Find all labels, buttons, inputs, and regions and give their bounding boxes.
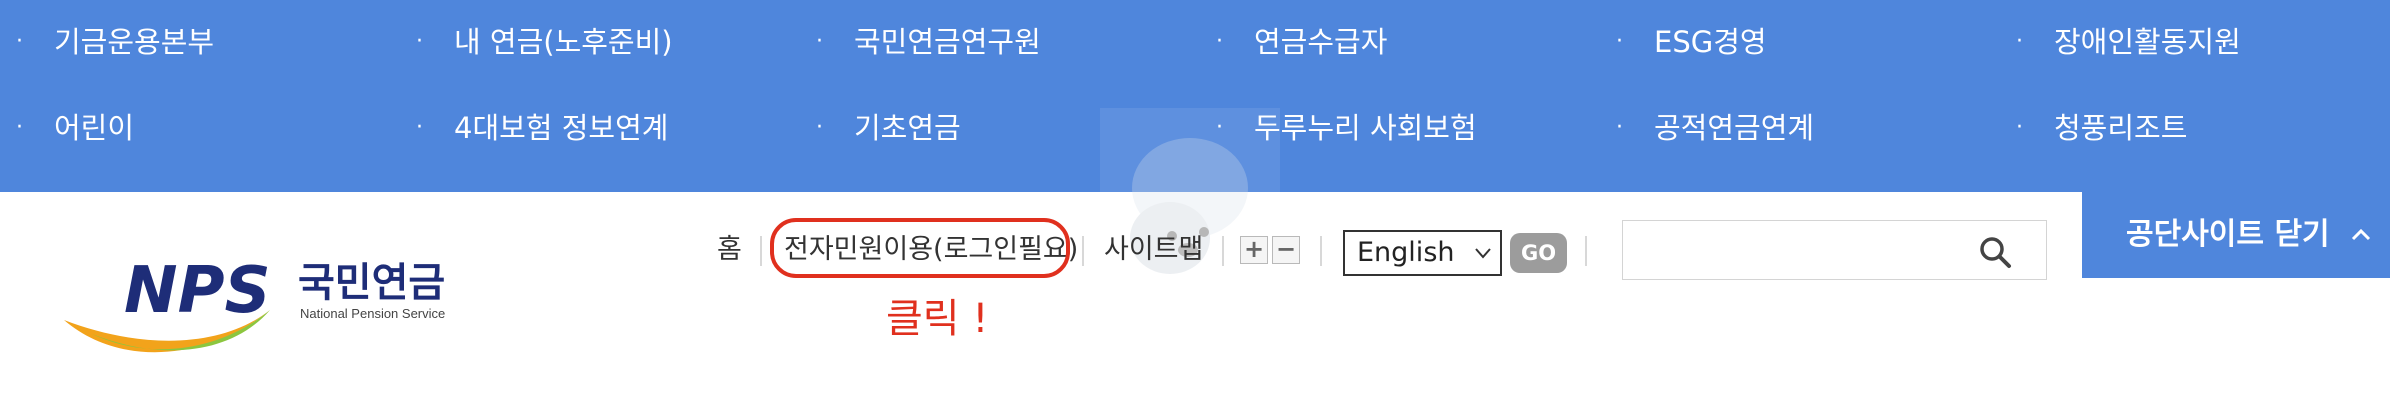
site-link-kids[interactable]: · 어린이 [16, 103, 134, 153]
site-link-cheongpung-resort[interactable]: · 청풍리조트 [2016, 103, 2187, 153]
logo-english-text: National Pension Service [300, 306, 445, 321]
site-link-social-insurance-info[interactable]: · 4대보험 정보연계 [416, 103, 668, 153]
click-annotation: 클릭 ! [886, 296, 989, 342]
chevron-up-icon [2351, 228, 2371, 241]
divider [760, 236, 762, 266]
divider [1585, 236, 1587, 266]
divider [1082, 236, 1084, 266]
chevron-down-icon [1475, 248, 1491, 259]
home-link[interactable]: 홈 [717, 222, 742, 278]
site-link-public-pension-link[interactable]: · 공적연금연계 [1616, 103, 1814, 153]
zoom-out-button[interactable]: − [1272, 236, 1300, 264]
divider [1222, 236, 1224, 266]
site-link-my-pension[interactable]: · 내 연금(노후준비) [416, 17, 673, 67]
site-link-disability-support[interactable]: · 장애인활동지원 [2016, 17, 2241, 67]
language-select[interactable]: English [1343, 230, 1502, 276]
logo-brand-text: NPS [124, 254, 271, 328]
site-link-fund-management[interactable]: · 기금운용본부 [16, 17, 214, 67]
site-link-esg[interactable]: · ESG경영 [1616, 17, 1767, 67]
search-icon[interactable] [1978, 235, 2012, 269]
zoom-in-button[interactable]: + [1240, 236, 1268, 264]
language-selected-value: English [1357, 237, 1455, 268]
search-box [1622, 220, 2047, 280]
close-sites-label: 공단사이트 닫기 [2126, 217, 2330, 252]
go-button[interactable]: GO [1510, 233, 1567, 273]
search-input[interactable] [1623, 221, 1983, 279]
click-highlight-ring [770, 218, 1070, 278]
divider [1320, 236, 1322, 266]
close-sites-button[interactable]: 공단사이트 닫기 [2082, 192, 2390, 278]
logo-korean-text: 국민연금 [298, 260, 445, 306]
site-link-pensioners[interactable]: · 연금수급자 [1216, 17, 1387, 67]
family-sites-row: · 기금운용본부 · 내 연금(노후준비) · 국민연금연구원 · 연금수급자 · ESG… [0, 17, 2390, 67]
site-link-basic-pension[interactable]: · 기초연금 [816, 103, 961, 153]
nps-logo[interactable]: NPS 국민연금 National Pension Service [62, 250, 462, 362]
site-link-research-institute[interactable]: · 국민연금연구원 [816, 17, 1041, 67]
sitemap-link[interactable]: 사이트맵 [1104, 222, 1203, 278]
